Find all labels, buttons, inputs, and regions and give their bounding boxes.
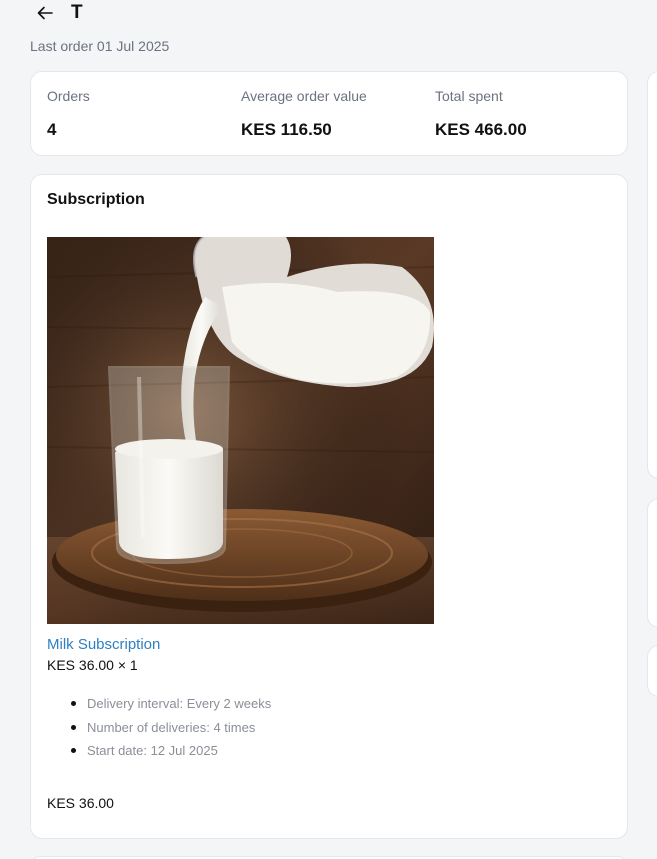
arrow-left-icon — [37, 6, 53, 20]
detail-delivery-interval: Delivery interval: Every 2 weeks — [71, 695, 271, 719]
stat-aov-value: KES 116.50 — [241, 120, 332, 139]
stat-orders-value: 4 — [47, 120, 57, 139]
side-panel-card — [647, 498, 657, 628]
product-price: KES 36.00 × 1 — [47, 657, 138, 673]
stat-aov-label: Average order value — [241, 88, 367, 104]
stat-orders-label: Orders — [47, 88, 90, 104]
subscription-total: KES 36.00 — [47, 795, 114, 811]
page-title: T — [71, 2, 83, 23]
last-order-text: Last order 01 Jul 2025 — [30, 38, 170, 54]
stats-card: Orders 4 Average order value KES 116.50 … — [30, 71, 628, 156]
product-image — [47, 237, 434, 624]
detail-number-of-deliveries: Number of deliveries: 4 times — [71, 719, 271, 743]
page-header: T — [30, 0, 83, 26]
back-button[interactable] — [30, 0, 60, 26]
detail-start-date: Start date: 12 Jul 2025 — [71, 742, 271, 766]
subscription-card: Subscription Milk Subscription KES 36.00… — [30, 174, 628, 839]
stat-total-spent-value: KES 466.00 — [435, 120, 527, 139]
side-panel-card — [647, 645, 657, 697]
side-panel-card — [647, 71, 657, 479]
product-name-link[interactable]: Milk Subscription — [47, 636, 160, 653]
customer-page: T Last order 01 Jul 2025 Orders 4 Averag… — [0, 0, 657, 859]
subscription-heading: Subscription — [47, 191, 145, 208]
subscription-details-list: Delivery interval: Every 2 weeks Number … — [71, 695, 271, 766]
stat-total-spent-label: Total spent — [435, 88, 503, 104]
